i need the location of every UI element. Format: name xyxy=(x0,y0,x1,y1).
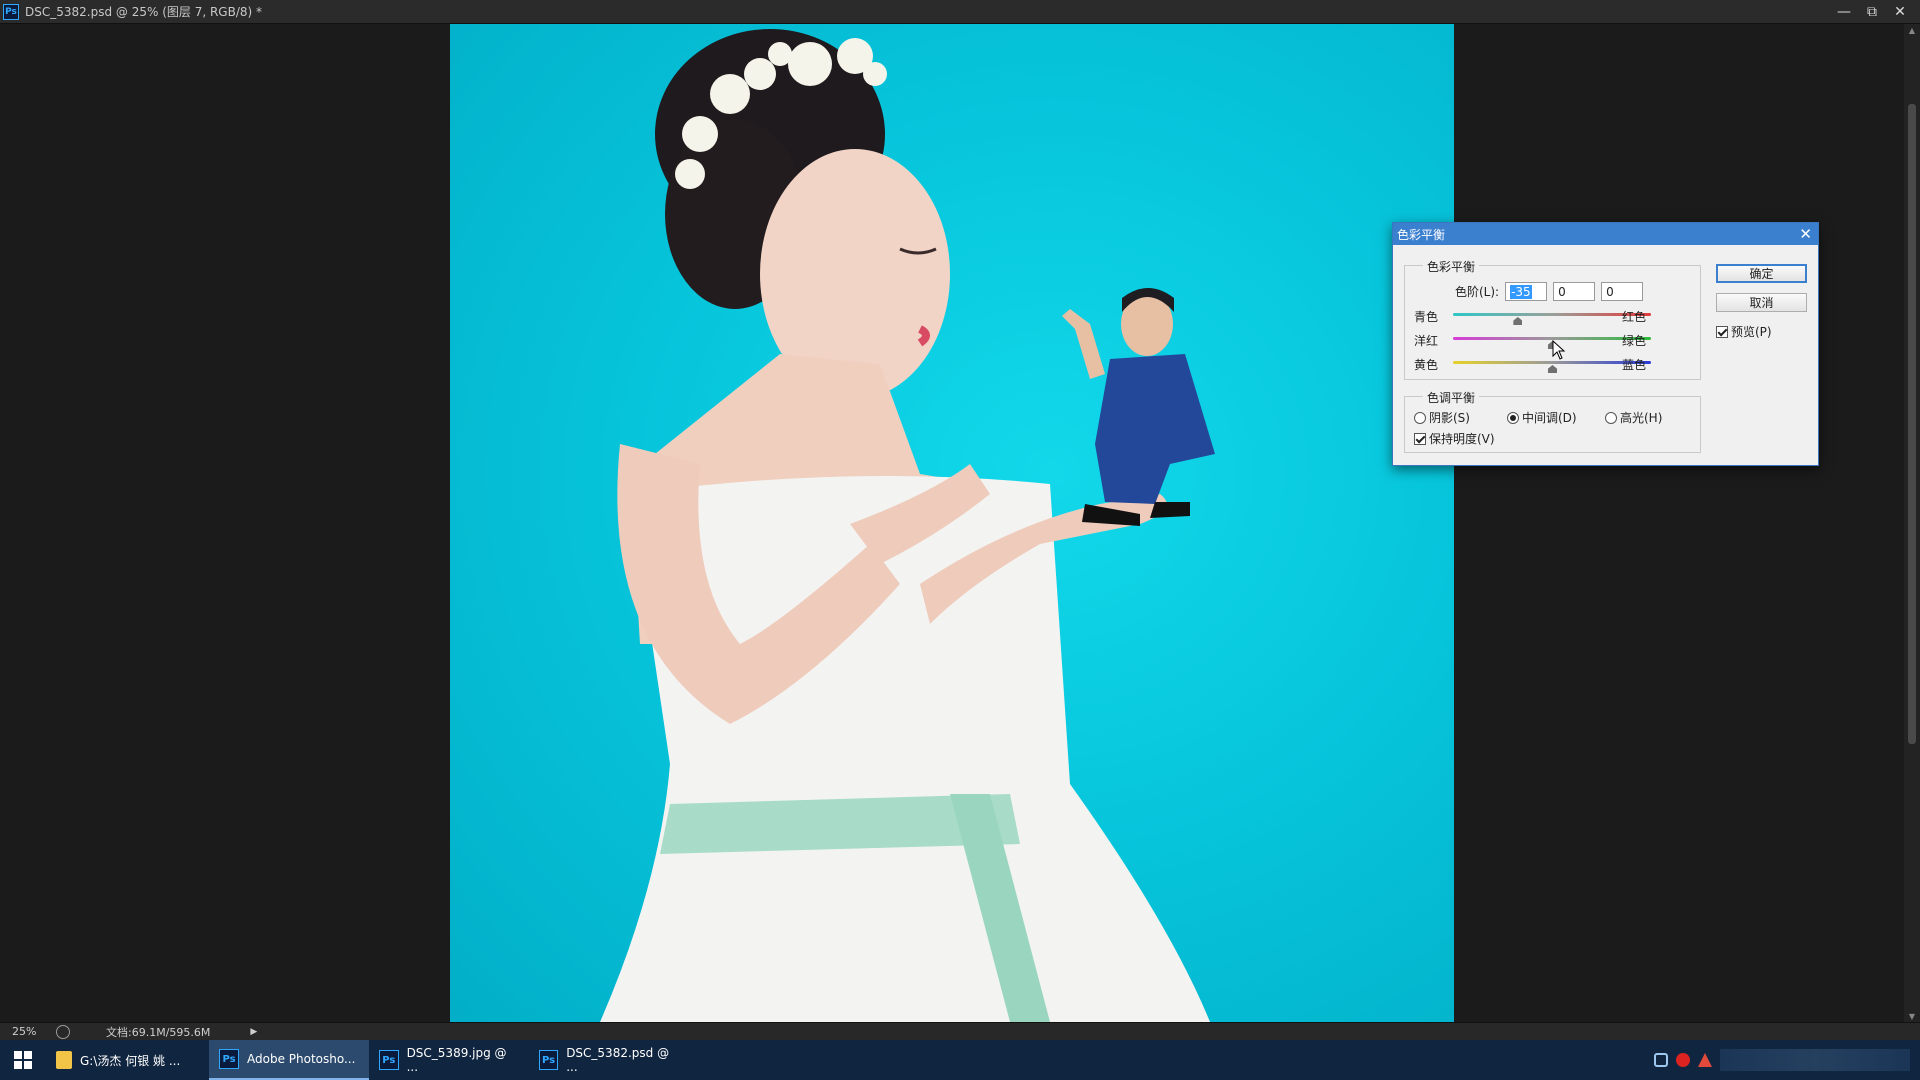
minimize-icon[interactable]: — xyxy=(1830,0,1858,24)
photo-artwork xyxy=(600,29,1215,1022)
taskbar-item-label: G:\汤杰 何银 姚 ... xyxy=(80,1053,181,1068)
green-label: 绿色 xyxy=(1621,334,1646,348)
document-size[interactable]: 文档:69.1M/595.6M xyxy=(106,1024,210,1040)
levels-row: 色阶(L): -35 0 0 xyxy=(1455,282,1644,301)
title-bar: Ps DSC_5382.psd @ 25% (图层 7, RGB/8) * — … xyxy=(0,0,1920,24)
dialog-title-bar[interactable]: 色彩平衡 ✕ xyxy=(1393,223,1818,245)
cyan-label: 青色 xyxy=(1414,310,1439,324)
taskbar-item-label: DSC_5389.jpg @ ... xyxy=(406,1046,507,1074)
window-controls: — ⧉ ✕ xyxy=(1830,0,1914,24)
yellow-blue-slider-row: 黄色 蓝色 xyxy=(1414,354,1651,374)
tone-balance-group-label: 色调平衡 xyxy=(1423,389,1480,406)
tray-clock-area[interactable] xyxy=(1720,1049,1910,1071)
vertical-scrollbar[interactable]: ▲ ▼ xyxy=(1904,24,1920,1024)
cancel-button[interactable]: 取消 xyxy=(1716,293,1807,312)
shadows-option[interactable]: 阴影(S) xyxy=(1414,409,1470,426)
scroll-up-icon[interactable]: ▲ xyxy=(1904,24,1920,38)
highlights-radio[interactable] xyxy=(1605,411,1617,424)
taskbar-item-label: DSC_5382.psd @ ... xyxy=(566,1046,670,1074)
document-title: DSC_5382.psd @ 25% (图层 7, RGB/8) * xyxy=(25,5,262,19)
taskbar-item-explorer[interactable]: G:\汤杰 何银 姚 ... xyxy=(46,1040,209,1080)
taskbar-item-photoshop[interactable]: Ps Adobe Photosho... xyxy=(209,1040,369,1080)
magenta-label: 洋红 xyxy=(1414,334,1439,348)
color-balance-group: 色彩平衡 色阶(L): -35 0 0 青色 红色 洋红 绿色 黄色 蓝色 xyxy=(1404,258,1701,380)
record-icon[interactable] xyxy=(1676,1053,1690,1067)
windows-start-icon[interactable] xyxy=(0,1040,46,1080)
preview-option[interactable]: 预览(P) xyxy=(1716,323,1772,340)
share-icon[interactable] xyxy=(56,1024,70,1039)
blue-label: 蓝色 xyxy=(1621,358,1646,372)
zoom-level[interactable]: 25% xyxy=(12,1025,48,1038)
scroll-thumb[interactable] xyxy=(1908,104,1916,744)
cyan-red-slider-row: 青色 红色 xyxy=(1414,306,1651,326)
photoshop-app-icon: Ps xyxy=(3,3,19,20)
levels-input-magenta-green[interactable]: 0 xyxy=(1553,282,1596,301)
midtones-radio[interactable] xyxy=(1507,411,1519,424)
cyan-red-slider-thumb[interactable] xyxy=(1513,317,1523,325)
shadows-label: 阴影(S) xyxy=(1429,411,1470,425)
status-bar: 25% 文档:69.1M/595.6M ▶ xyxy=(0,1022,1920,1040)
system-tray xyxy=(1654,1040,1920,1080)
preserve-luminosity-checkbox[interactable] xyxy=(1414,432,1426,445)
midtones-option[interactable]: 中间调(D) xyxy=(1507,409,1577,426)
yellow-blue-slider-thumb[interactable] xyxy=(1548,365,1557,373)
photoshop-icon: Ps xyxy=(379,1050,399,1070)
highlights-label: 高光(H) xyxy=(1620,411,1663,425)
alert-icon[interactable] xyxy=(1698,1053,1712,1067)
preview-label: 预览(P) xyxy=(1731,325,1772,339)
taskbar-item-label: Adobe Photosho... xyxy=(247,1052,356,1066)
shadows-radio[interactable] xyxy=(1414,411,1426,424)
taskbar-item-dsc5389[interactable]: Ps DSC_5389.jpg @ ... xyxy=(369,1040,529,1080)
mouse-cursor-icon xyxy=(1552,340,1566,360)
color-balance-group-label: 色彩平衡 xyxy=(1423,258,1480,275)
ok-button[interactable]: 确定 xyxy=(1716,264,1807,283)
groom-figure xyxy=(1062,288,1215,526)
midtones-label: 中间调(D) xyxy=(1522,411,1577,425)
dialog-title: 色彩平衡 xyxy=(1397,227,1446,242)
levels-label: 色阶(L): xyxy=(1455,285,1500,299)
shield-icon[interactable] xyxy=(1654,1053,1668,1067)
preserve-luminosity-label: 保持明度(V) xyxy=(1429,432,1495,446)
red-label: 红色 xyxy=(1621,310,1646,324)
photoshop-icon: Ps xyxy=(539,1050,559,1070)
status-menu-arrow-icon[interactable]: ▶ xyxy=(250,1027,257,1037)
photoshop-window: Ps DSC_5382.psd @ 25% (图层 7, RGB/8) * — … xyxy=(0,0,1920,1080)
levels-input-cyan-red[interactable]: -35 xyxy=(1505,282,1548,301)
preserve-luminosity-option[interactable]: 保持明度(V) xyxy=(1414,430,1495,447)
preview-checkbox[interactable] xyxy=(1716,325,1728,338)
photoshop-icon: Ps xyxy=(219,1049,239,1069)
taskbar-item-dsc5382[interactable]: Ps DSC_5382.psd @ ... xyxy=(529,1040,689,1080)
windows-taskbar: G:\汤杰 何银 姚 ... Ps Adobe Photosho... Ps D… xyxy=(0,1040,1920,1080)
folder-icon xyxy=(56,1051,72,1069)
tone-balance-group: 色调平衡 阴影(S) 中间调(D) 高光(H) 保持明度(V) xyxy=(1404,389,1701,453)
yellow-label: 黄色 xyxy=(1414,358,1439,372)
highlights-option[interactable]: 高光(H) xyxy=(1605,409,1662,426)
color-balance-dialog: 色彩平衡 ✕ 色彩平衡 色阶(L): -35 0 0 青色 红色 洋红 绿色 黄… xyxy=(1392,222,1819,466)
magenta-green-slider-row: 洋红 绿色 xyxy=(1414,330,1651,350)
document-canvas[interactable] xyxy=(450,24,1454,1022)
dialog-close-icon[interactable]: ✕ xyxy=(1799,225,1812,243)
levels-input-yellow-blue[interactable]: 0 xyxy=(1601,282,1644,301)
restore-icon[interactable]: ⧉ xyxy=(1858,0,1886,24)
close-icon[interactable]: ✕ xyxy=(1886,0,1914,24)
